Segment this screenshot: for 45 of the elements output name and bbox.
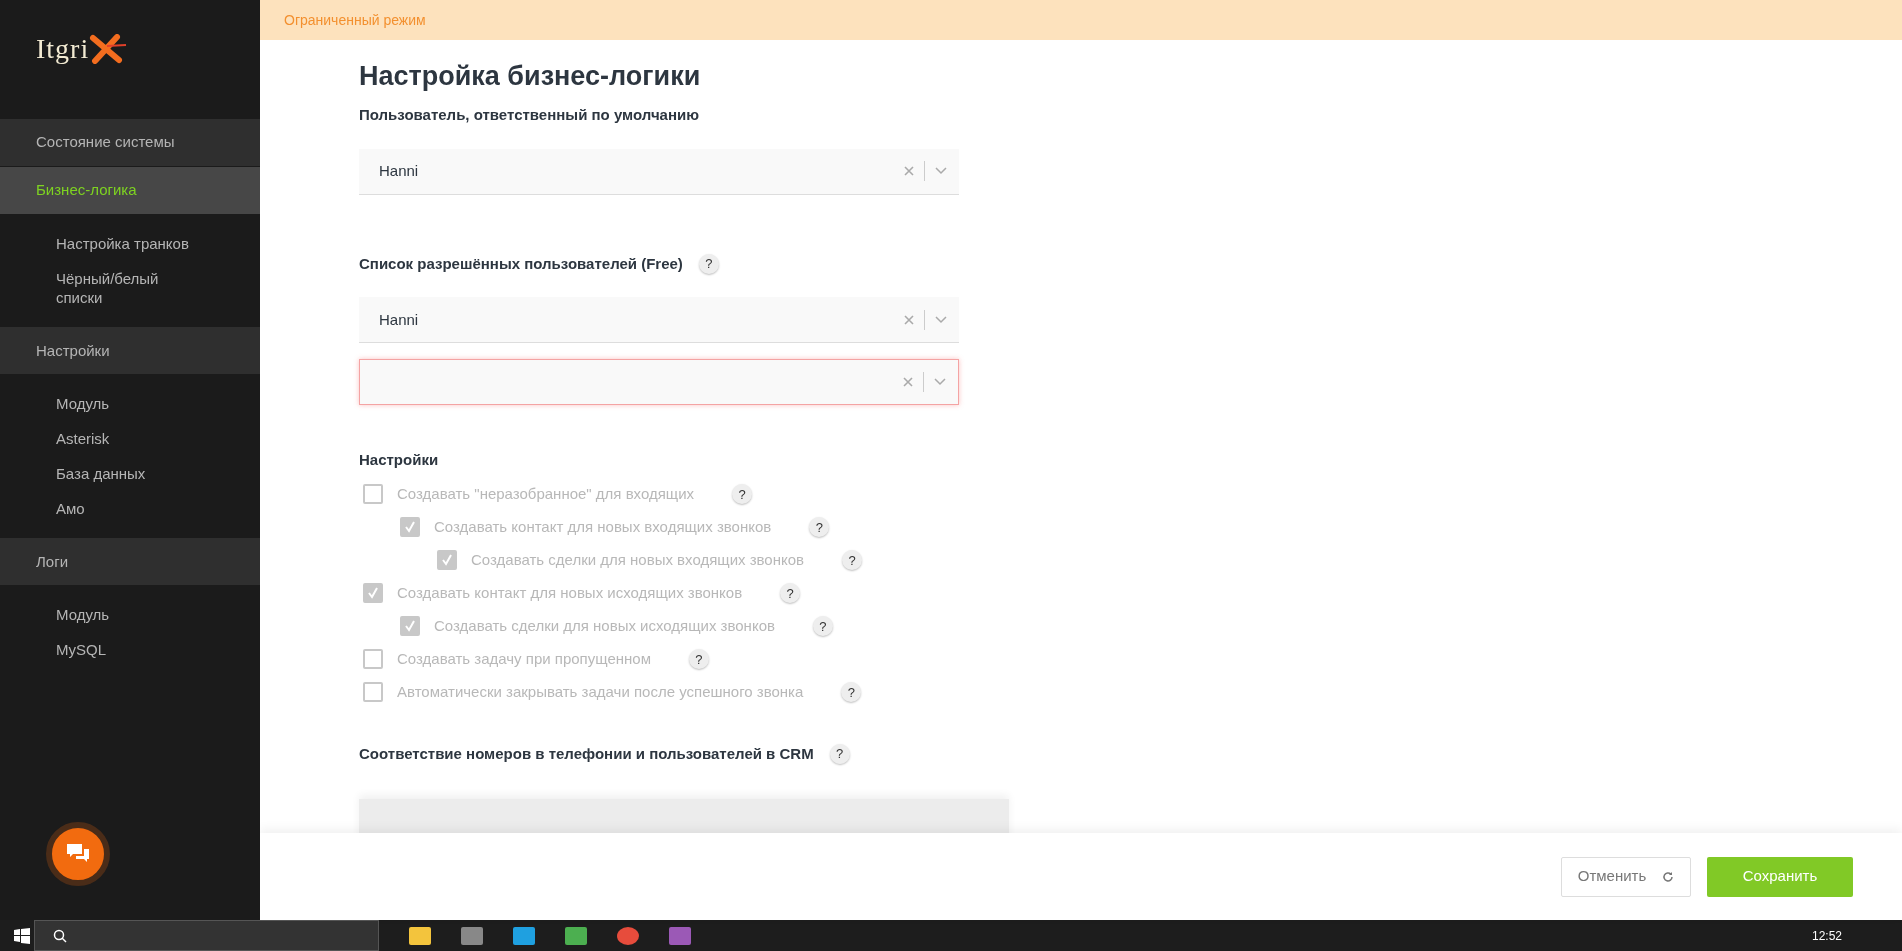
sidebar-subitem[interactable]: База данных [56,456,206,492]
sidebar-item[interactable]: Состояние системы [0,119,260,167]
sidebar-item[interactable]: Бизнес-логика [0,167,260,215]
select-value: Hanni [379,309,420,330]
checkbox-label: Создавать сделки для новых входящих звонков [471,550,805,571]
checkbox-label: Создавать контакт для новых исходящих звонков [397,583,743,604]
sidebar-subitem[interactable]: Модуль [56,387,206,422]
checkbox-label: Создавать задачу при пропущенном [397,649,651,670]
search-icon [53,928,67,943]
sidebar-subitem[interactable]: Модуль [56,598,206,633]
field-label: Список разрешённых пользователей (Free) [359,253,683,274]
folder-icon[interactable] [409,926,431,945]
windows-logo-icon[interactable] [14,927,30,944]
field-label: Пользователь, ответственный по умолчанию [359,105,701,126]
sidebar-subitem[interactable]: Чёрный/белый списки [56,261,206,316]
clear-icon[interactable] [904,166,914,177]
section-title: Настройки [359,450,440,471]
page-title: Настройка бизнес-логики [359,60,702,93]
chevron-down-icon[interactable] [935,167,947,176]
clear-icon[interactable] [904,314,914,325]
user-select[interactable]: Hanni [359,297,959,344]
sidebar-subitem[interactable]: Настройка транков [56,227,206,262]
select-value: Hanni [379,161,420,182]
sidebar-item[interactable]: Логи [0,538,260,587]
sidebar-subitem[interactable]: Asterisk [56,422,206,457]
clear-icon[interactable] [903,377,913,388]
sidebar-subitem[interactable]: Амо [56,491,206,527]
taskbar-search-field[interactable] [34,920,379,951]
checkbox-label: Создавать контакт для новых входящих звонков [434,517,772,538]
sidebar-subitem[interactable]: MySQL [56,633,206,668]
taskbar-clock: 12:52 [1811,927,1842,945]
logo: Itgri [36,28,128,70]
checkbox-label: Создавать "неразобранное" для входящих [397,484,695,505]
checkbox-label: Автоматически закрывать задачи после успешного звонка [397,682,804,703]
chevron-down-icon[interactable] [934,378,946,387]
user-select[interactable]: Hanni [359,148,959,195]
restricted-mode-banner: Ограниченный режим [260,0,1902,40]
checkbox-label: Создавать сделки для новых исходящих звонков [434,616,775,637]
cancel-button[interactable]: Отменить [1561,856,1691,897]
help-icon[interactable]: ? [829,744,850,765]
chevron-down-icon[interactable] [935,315,947,324]
refresh-icon [1662,870,1675,883]
help-icon[interactable]: ? [698,254,719,275]
section-title: Соответствие номеров в телефонии и пользователей в CRM [359,743,814,764]
sidebar-item[interactable]: Настройки [0,327,260,376]
